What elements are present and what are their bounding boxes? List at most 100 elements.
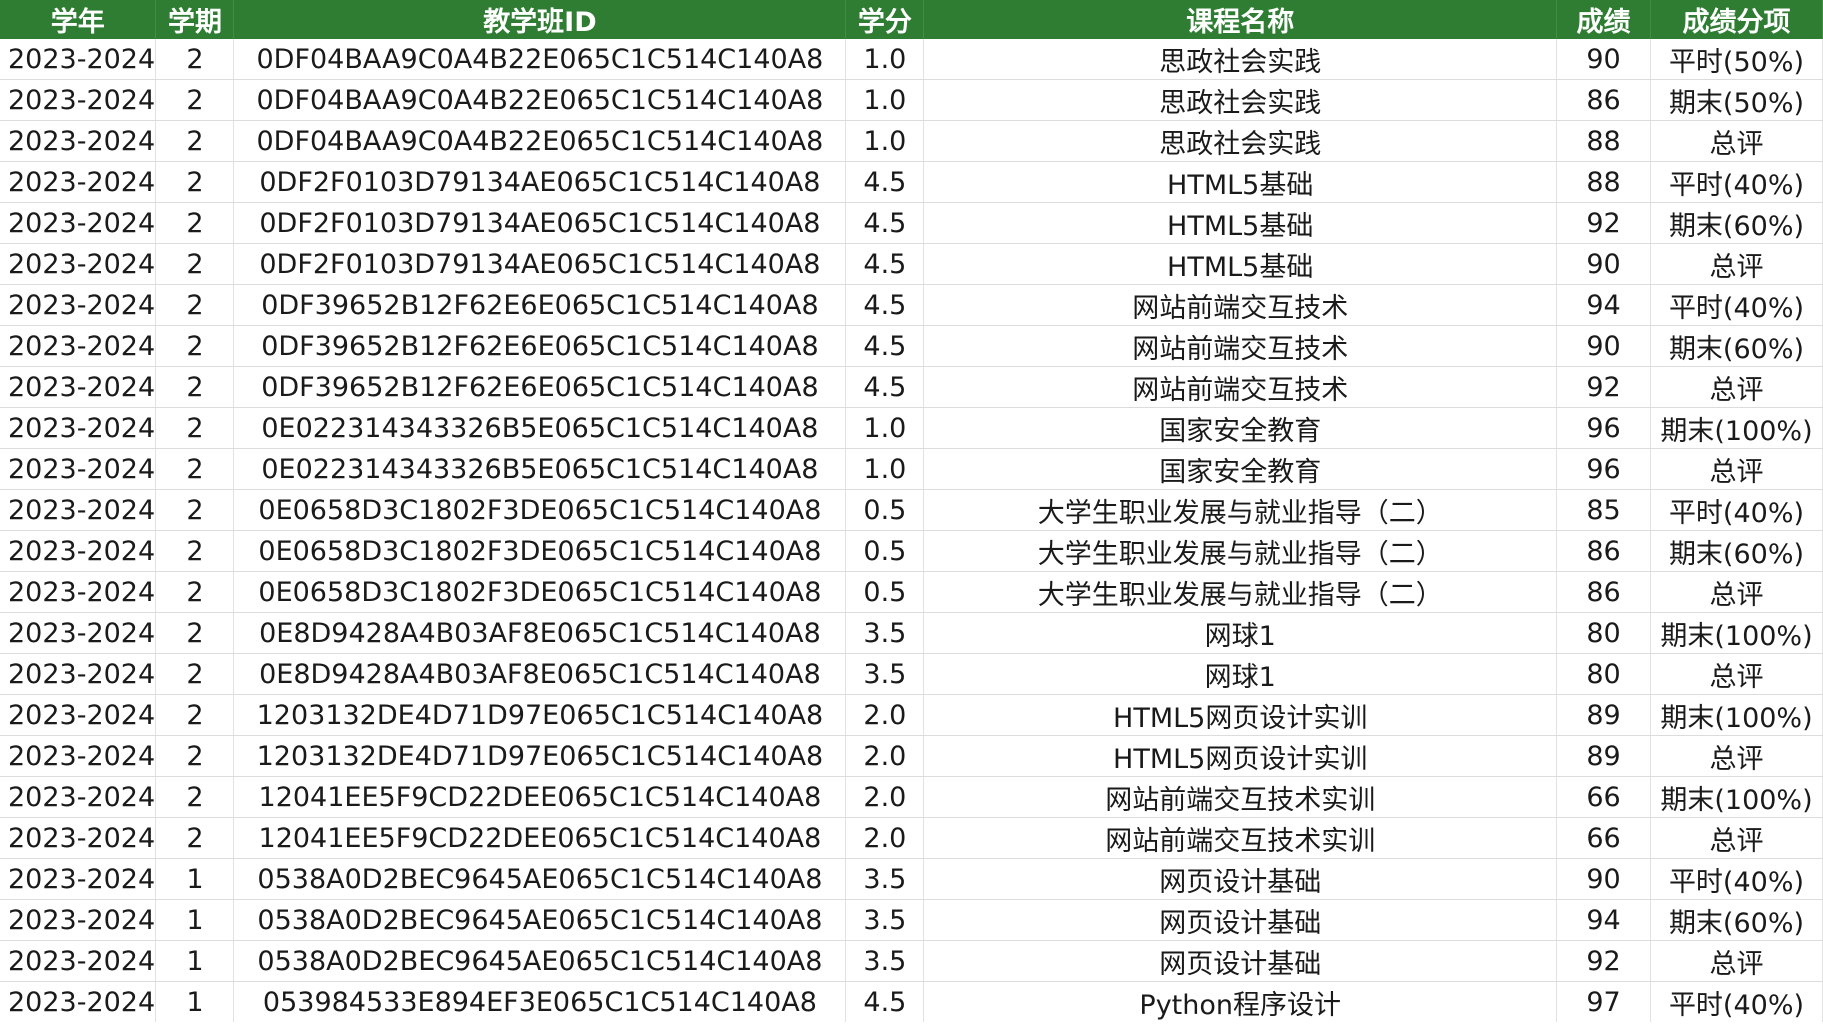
cell-class-id[interactable]: 0DF04BAA9C0A4B22E065C1C514C140A8 — [233, 39, 847, 80]
table-row[interactable]: 2023-2024 2 0DF39652B12F62E6E065C1C514C140… — [0, 366, 1823, 408]
cell-score[interactable]: 92 — [1556, 940, 1651, 982]
cell-class-id[interactable]: 0E8D9428A4B03AF8E065C1C514C140A8 — [233, 612, 847, 654]
cell-course-name[interactable]: HTML5基础 — [923, 243, 1558, 285]
cell-semester[interactable]: 2 — [155, 39, 235, 80]
table-row[interactable]: 2023-2024 2 1203132DE4D71D97E065C1C514C140… — [0, 735, 1823, 777]
table-row[interactable]: 2023-2024 2 0E022314343326B5E065C1C514C140… — [0, 407, 1823, 449]
cell-academic-year[interactable]: 2023-2024 — [0, 694, 157, 736]
cell-academic-year[interactable]: 2023-2024 — [0, 776, 157, 818]
column-header-credits[interactable]: 学分 — [845, 0, 925, 39]
cell-academic-year[interactable]: 2023-2024 — [0, 940, 157, 982]
cell-course-name[interactable]: 网站前端交互技术实训 — [923, 776, 1558, 818]
cell-class-id[interactable]: 1203132DE4D71D97E065C1C514C140A8 — [233, 735, 847, 777]
table-row[interactable]: 2023-2024 2 0E0658D3C1802F3DE065C1C514C140… — [0, 489, 1823, 531]
cell-credits[interactable]: 3.5 — [845, 653, 925, 695]
cell-score[interactable]: 89 — [1556, 735, 1651, 777]
column-header-score-component[interactable]: 成绩分项 — [1650, 0, 1823, 39]
cell-semester[interactable]: 2 — [155, 817, 235, 859]
cell-score[interactable]: 96 — [1556, 407, 1651, 449]
cell-score[interactable]: 92 — [1556, 366, 1651, 408]
cell-semester[interactable]: 1 — [155, 940, 235, 982]
cell-score[interactable]: 97 — [1556, 981, 1651, 1022]
cell-class-id[interactable]: 0DF2F0103D79134AE065C1C514C140A8 — [233, 202, 847, 244]
table-row[interactable]: 2023-2024 2 0E8D9428A4B03AF8E065C1C514C140… — [0, 612, 1823, 654]
cell-credits[interactable]: 2.0 — [845, 817, 925, 859]
cell-score-component[interactable]: 期末(50%) — [1650, 79, 1823, 121]
cell-score[interactable]: 94 — [1556, 899, 1651, 941]
cell-semester[interactable]: 1 — [155, 981, 235, 1022]
cell-semester[interactable]: 2 — [155, 571, 235, 613]
cell-credits[interactable]: 2.0 — [845, 735, 925, 777]
cell-course-name[interactable]: HTML5基础 — [923, 161, 1558, 203]
cell-credits[interactable]: 3.5 — [845, 612, 925, 654]
cell-course-name[interactable]: 大学生职业发展与就业指导（二） — [923, 489, 1558, 531]
cell-score-component[interactable]: 期末(100%) — [1650, 612, 1823, 654]
cell-class-id[interactable]: 0538A0D2BEC9645AE065C1C514C140A8 — [233, 858, 847, 900]
cell-score-component[interactable]: 总评 — [1650, 120, 1823, 162]
cell-score-component[interactable]: 总评 — [1650, 243, 1823, 285]
cell-score[interactable]: 86 — [1556, 571, 1651, 613]
cell-credits[interactable]: 3.5 — [845, 899, 925, 941]
cell-academic-year[interactable]: 2023-2024 — [0, 899, 157, 941]
cell-score-component[interactable]: 期末(60%) — [1650, 202, 1823, 244]
cell-credits[interactable]: 2.0 — [845, 776, 925, 818]
cell-score-component[interactable]: 期末(100%) — [1650, 694, 1823, 736]
cell-class-id[interactable]: 0E022314343326B5E065C1C514C140A8 — [233, 448, 847, 490]
cell-score-component[interactable]: 平时(40%) — [1650, 858, 1823, 900]
cell-score[interactable]: 88 — [1556, 161, 1651, 203]
cell-credits[interactable]: 4.5 — [845, 981, 925, 1022]
cell-course-name[interactable]: HTML5基础 — [923, 202, 1558, 244]
cell-class-id[interactable]: 0E0658D3C1802F3DE065C1C514C140A8 — [233, 489, 847, 531]
cell-class-id[interactable]: 0DF2F0103D79134AE065C1C514C140A8 — [233, 161, 847, 203]
cell-academic-year[interactable]: 2023-2024 — [0, 39, 157, 80]
cell-score-component[interactable]: 期末(60%) — [1650, 530, 1823, 572]
cell-semester[interactable]: 1 — [155, 899, 235, 941]
cell-course-name[interactable]: 大学生职业发展与就业指导（二） — [923, 530, 1558, 572]
cell-credits[interactable]: 3.5 — [845, 940, 925, 982]
cell-semester[interactable]: 2 — [155, 284, 235, 326]
cell-class-id[interactable]: 0E8D9428A4B03AF8E065C1C514C140A8 — [233, 653, 847, 695]
column-header-academic-year[interactable]: 学年 — [0, 0, 157, 39]
cell-credits[interactable]: 3.5 — [845, 858, 925, 900]
cell-class-id[interactable]: 12041EE5F9CD22DEE065C1C514C140A8 — [233, 776, 847, 818]
table-row[interactable]: 2023-2024 2 12041EE5F9CD22DEE065C1C514C140… — [0, 817, 1823, 859]
cell-academic-year[interactable]: 2023-2024 — [0, 407, 157, 449]
cell-score[interactable]: 66 — [1556, 776, 1651, 818]
cell-credits[interactable]: 1.0 — [845, 120, 925, 162]
cell-class-id[interactable]: 0538A0D2BEC9645AE065C1C514C140A8 — [233, 899, 847, 941]
cell-semester[interactable]: 2 — [155, 202, 235, 244]
cell-score[interactable]: 90 — [1556, 858, 1651, 900]
table-row[interactable]: 2023-2024 1 053984533E894EF3E065C1C514C140… — [0, 981, 1823, 1022]
cell-credits[interactable]: 2.0 — [845, 694, 925, 736]
cell-class-id[interactable]: 0E0658D3C1802F3DE065C1C514C140A8 — [233, 530, 847, 572]
column-header-score[interactable]: 成绩 — [1556, 0, 1651, 39]
cell-course-name[interactable]: 大学生职业发展与就业指导（二） — [923, 571, 1558, 613]
cell-course-name[interactable]: 思政社会实践 — [923, 120, 1558, 162]
cell-course-name[interactable]: HTML5网页设计实训 — [923, 694, 1558, 736]
cell-score-component[interactable]: 总评 — [1650, 448, 1823, 490]
cell-score-component[interactable]: 期末(100%) — [1650, 776, 1823, 818]
cell-score-component[interactable]: 期末(60%) — [1650, 899, 1823, 941]
cell-academic-year[interactable]: 2023-2024 — [0, 858, 157, 900]
cell-semester[interactable]: 2 — [155, 79, 235, 121]
cell-academic-year[interactable]: 2023-2024 — [0, 161, 157, 203]
cell-credits[interactable]: 4.5 — [845, 202, 925, 244]
table-row[interactable]: 2023-2024 2 0DF39652B12F62E6E065C1C514C140… — [0, 284, 1823, 326]
cell-academic-year[interactable]: 2023-2024 — [0, 489, 157, 531]
table-row[interactable]: 2023-2024 2 0DF04BAA9C0A4B22E065C1C514C140… — [0, 79, 1823, 121]
table-row[interactable]: 2023-2024 2 0DF2F0103D79134AE065C1C514C140… — [0, 161, 1823, 203]
cell-course-name[interactable]: Python程序设计 — [923, 981, 1558, 1022]
cell-class-id[interactable]: 0DF39652B12F62E6E065C1C514C140A8 — [233, 284, 847, 326]
cell-score[interactable]: 89 — [1556, 694, 1651, 736]
table-row[interactable]: 2023-2024 2 0DF39652B12F62E6E065C1C514C140… — [0, 325, 1823, 367]
cell-score-component[interactable]: 期末(100%) — [1650, 407, 1823, 449]
cell-semester[interactable]: 2 — [155, 243, 235, 285]
table-row[interactable]: 2023-2024 2 12041EE5F9CD22DEE065C1C514C140… — [0, 776, 1823, 818]
cell-credits[interactable]: 4.5 — [845, 161, 925, 203]
cell-class-id[interactable]: 0DF39652B12F62E6E065C1C514C140A8 — [233, 366, 847, 408]
table-row[interactable]: 2023-2024 2 0DF2F0103D79134AE065C1C514C140… — [0, 243, 1823, 285]
cell-score-component[interactable]: 期末(60%) — [1650, 325, 1823, 367]
cell-academic-year[interactable]: 2023-2024 — [0, 981, 157, 1022]
cell-course-name[interactable]: 网页设计基础 — [923, 899, 1558, 941]
table-row[interactable]: 2023-2024 2 0DF04BAA9C0A4B22E065C1C514C140… — [0, 120, 1823, 162]
